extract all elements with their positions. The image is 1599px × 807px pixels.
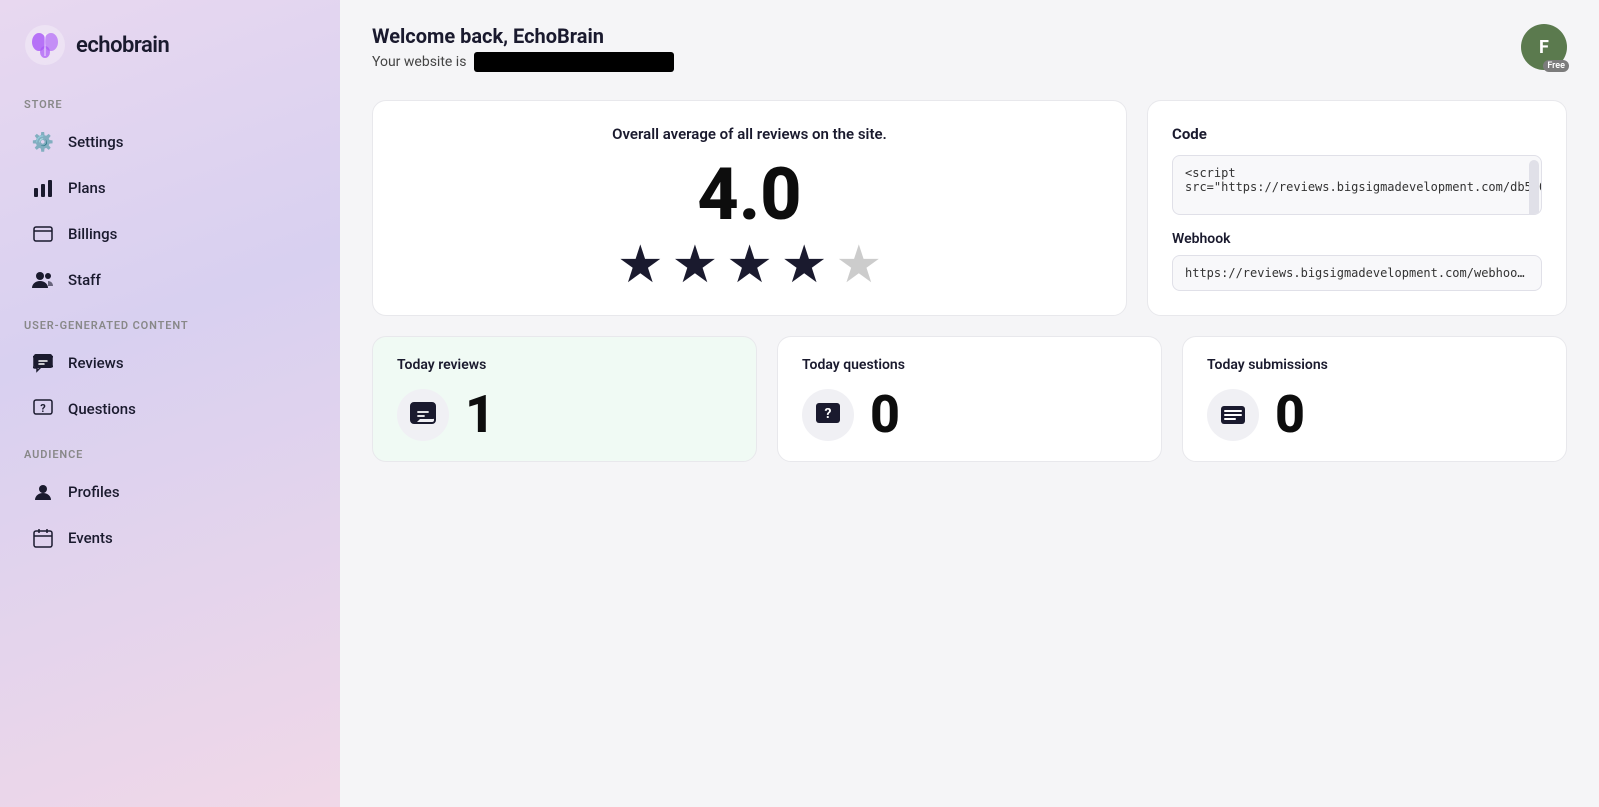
questions-icon: ? bbox=[32, 398, 54, 420]
sidebar-item-reviews-label: Reviews bbox=[68, 354, 124, 372]
website-prefix: Your website is bbox=[372, 54, 466, 70]
main-content: Welcome back, EchoBrain Your website is … bbox=[340, 0, 1599, 807]
stat-card-submissions: Today submissions 0 bbox=[1182, 336, 1567, 462]
sidebar-item-staff-label: Staff bbox=[68, 271, 101, 289]
star-2: ★ bbox=[672, 239, 719, 291]
sidebar-item-profiles-label: Profiles bbox=[68, 483, 120, 501]
section-label-store: STORE bbox=[0, 98, 340, 119]
stat-submissions-icon-box bbox=[1207, 389, 1259, 441]
sidebar-item-billings-label: Billings bbox=[68, 225, 117, 243]
scrollbar[interactable] bbox=[1529, 160, 1539, 215]
star-4: ★ bbox=[781, 239, 828, 291]
webhook-title: Webhook bbox=[1172, 231, 1542, 247]
sidebar-item-settings[interactable]: ⚙️ Settings bbox=[8, 119, 332, 165]
stat-reviews-value: 1 bbox=[465, 389, 495, 441]
stats-row: Today reviews 1 Today questions bbox=[372, 336, 1567, 462]
stat-questions-body: ? 0 bbox=[802, 389, 1137, 441]
sidebar-item-reviews[interactable]: Reviews bbox=[8, 340, 332, 386]
sidebar-item-settings-label: Settings bbox=[68, 133, 124, 151]
plans-icon bbox=[32, 177, 54, 199]
sidebar-item-questions-label: Questions bbox=[68, 400, 136, 418]
avatar-letter: F bbox=[1539, 37, 1549, 58]
star-1: ★ bbox=[617, 239, 664, 291]
welcome-section: Welcome back, EchoBrain Your website is bbox=[372, 24, 674, 72]
reviews-icon bbox=[32, 352, 54, 374]
webhook-url-box: https://reviews.bigsigmadevelopment.com/… bbox=[1172, 255, 1542, 291]
reviews-stat-icon bbox=[410, 402, 436, 428]
website-value bbox=[474, 52, 674, 72]
sidebar-item-staff[interactable]: Staff bbox=[8, 257, 332, 303]
svg-text:?: ? bbox=[825, 406, 832, 422]
questions-stat-icon: ? bbox=[815, 402, 841, 428]
staff-icon bbox=[32, 269, 54, 291]
stat-submissions-title: Today submissions bbox=[1207, 357, 1542, 373]
section-label-ugc: USER-GENERATED CONTENT bbox=[0, 319, 340, 340]
stat-submissions-body: 0 bbox=[1207, 389, 1542, 441]
sidebar: echobrain STORE ⚙️ Settings Plans Billin… bbox=[0, 0, 340, 807]
sidebar-item-events[interactable]: Events bbox=[8, 515, 332, 561]
section-label-audience: AUDIENCE bbox=[0, 448, 340, 469]
stat-submissions-value: 0 bbox=[1275, 389, 1305, 441]
avatar-button[interactable]: F Free bbox=[1521, 24, 1567, 70]
stat-questions-value: 0 bbox=[870, 389, 900, 441]
settings-icon: ⚙️ bbox=[32, 131, 54, 153]
stat-questions-title: Today questions bbox=[802, 357, 1137, 373]
svg-text:?: ? bbox=[40, 402, 46, 415]
rating-card-title: Overall average of all reviews on the si… bbox=[397, 125, 1102, 143]
profiles-icon bbox=[32, 481, 54, 503]
rating-score: 4.0 bbox=[397, 159, 1102, 231]
stat-card-questions: Today questions ? 0 bbox=[777, 336, 1162, 462]
sidebar-item-questions[interactable]: ? Questions bbox=[8, 386, 332, 432]
welcome-title: Welcome back, EchoBrain bbox=[372, 24, 674, 48]
sidebar-item-billings[interactable]: Billings bbox=[8, 211, 332, 257]
webhook-url-text: https://reviews.bigsigmadevelopment.com/… bbox=[1185, 266, 1542, 280]
header-bar: Welcome back, EchoBrain Your website is … bbox=[372, 24, 1567, 72]
sidebar-item-plans[interactable]: Plans bbox=[8, 165, 332, 211]
dashboard-top-grid: Overall average of all reviews on the si… bbox=[372, 100, 1567, 316]
stat-questions-icon-box: ? bbox=[802, 389, 854, 441]
rating-card: Overall average of all reviews on the si… bbox=[372, 100, 1127, 316]
code-card: Code <script src="https://reviews.bigsig… bbox=[1147, 100, 1567, 316]
stat-card-reviews: Today reviews 1 bbox=[372, 336, 757, 462]
stat-reviews-icon-box bbox=[397, 389, 449, 441]
stat-reviews-body: 1 bbox=[397, 389, 732, 441]
code-snippet-box[interactable]: <script src="https://reviews.bigsigmadev… bbox=[1172, 155, 1542, 215]
events-icon bbox=[32, 527, 54, 549]
billings-icon bbox=[32, 223, 54, 245]
star-3: ★ bbox=[726, 239, 773, 291]
sidebar-item-events-label: Events bbox=[68, 529, 113, 547]
logo-icon bbox=[24, 24, 66, 66]
code-snippet-text: <script src="https://reviews.bigsigmadev… bbox=[1185, 166, 1542, 194]
sidebar-item-profiles[interactable]: Profiles bbox=[8, 469, 332, 515]
logo-area: echobrain bbox=[0, 24, 340, 98]
star-5: ★ bbox=[835, 239, 882, 291]
logo-text: echobrain bbox=[76, 33, 169, 58]
avatar-badge: Free bbox=[1543, 60, 1569, 72]
stars-row: ★ ★ ★ ★ ★ bbox=[397, 239, 1102, 291]
submissions-stat-icon bbox=[1220, 402, 1246, 428]
stat-reviews-title: Today reviews bbox=[397, 357, 732, 373]
website-line: Your website is bbox=[372, 52, 674, 72]
sidebar-item-plans-label: Plans bbox=[68, 179, 106, 197]
code-card-title: Code bbox=[1172, 125, 1542, 143]
